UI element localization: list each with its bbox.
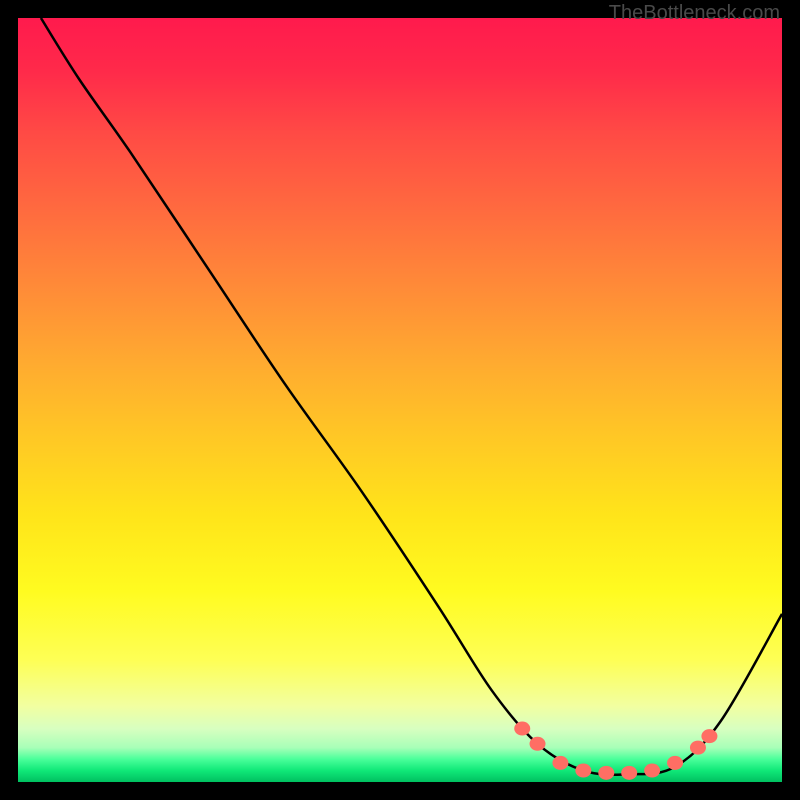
data-marker	[575, 764, 591, 778]
data-marker	[598, 766, 614, 780]
data-marker	[644, 764, 660, 778]
data-marker	[621, 766, 637, 780]
bottleneck-curve	[41, 18, 782, 775]
data-marker	[514, 722, 530, 736]
data-marker	[690, 741, 706, 755]
attribution-label: TheBottleneck.com	[609, 2, 780, 25]
data-marker	[701, 729, 717, 743]
data-marker	[530, 737, 546, 751]
data-marker	[552, 756, 568, 770]
chart-svg	[18, 18, 782, 782]
chart-plot-area	[18, 18, 782, 782]
data-marker	[667, 756, 683, 770]
